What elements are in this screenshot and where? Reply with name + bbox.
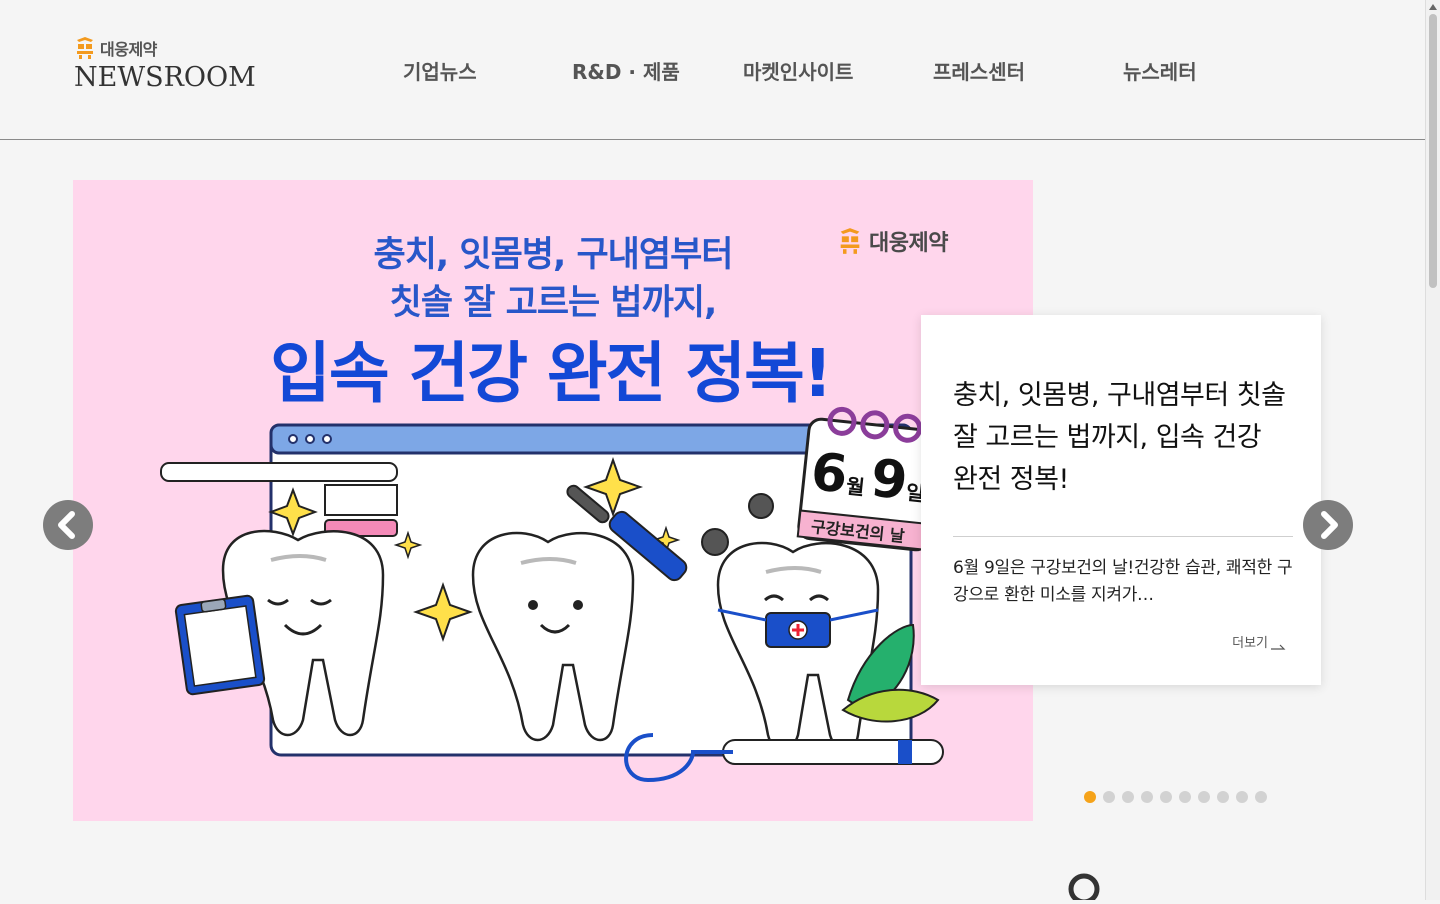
- slider-dot[interactable]: [1141, 791, 1153, 803]
- logo-newsroom-text: NEWSROOM: [74, 62, 256, 93]
- chevron-right-icon: [1321, 511, 1338, 539]
- slider-dot[interactable]: [1179, 791, 1191, 803]
- next-slide-button[interactable]: [1303, 500, 1353, 550]
- hero-banner-image[interactable]: 충치, 잇몸병, 구내염부터 칫솔 잘 고르는 법까지, 입속 건강 완전 정복…: [73, 180, 1033, 821]
- slider-dot[interactable]: [1122, 791, 1134, 803]
- prev-slide-button[interactable]: [43, 500, 93, 550]
- slide-title[interactable]: 충치, 잇몸병, 구내염부터 칫솔 잘 고르는 법까지, 입속 건강 완전 정복…: [953, 375, 1293, 501]
- logo-brand-text: 대웅제약: [100, 40, 157, 59]
- search-button[interactable]: [1066, 870, 1106, 904]
- search-icon: [1068, 873, 1100, 904]
- nav-item-press-center[interactable]: 프레스센터: [933, 56, 1025, 85]
- nav-item-newsletter[interactable]: 뉴스레터: [1123, 56, 1197, 85]
- scroll-up-icon[interactable]: [1429, 4, 1437, 10]
- more-link[interactable]: 더보기: [1232, 632, 1286, 651]
- slider-dot[interactable]: [1103, 791, 1115, 803]
- nav-item-market-insight[interactable]: 마켓인사이트: [743, 56, 853, 85]
- slide-description: 6월 9일은 구강보건의 날!건강한 습관, 쾌적한 구강으로 환한 미소를 지…: [953, 558, 1293, 605]
- logo-brand-row: 대웅제약: [74, 36, 264, 60]
- slider-dot[interactable]: [1198, 791, 1210, 803]
- slider-dot[interactable]: [1255, 791, 1267, 803]
- slider-dot[interactable]: [1236, 791, 1248, 803]
- daewoong-logo-icon: [77, 37, 93, 59]
- slider-dot[interactable]: [1160, 791, 1172, 803]
- slider-pagination: [1084, 791, 1267, 803]
- more-link-label: 더보기: [1232, 636, 1268, 651]
- slider-dot[interactable]: [1217, 791, 1229, 803]
- site-header: 대웅제약 NEWSROOM 기업뉴스 R&D · 제품 마켓인사이트 프레스센터…: [0, 0, 1425, 140]
- site-logo[interactable]: 대웅제약 NEWSROOM: [74, 36, 264, 98]
- slide-info-card: 충치, 잇몸병, 구내염부터 칫솔 잘 고르는 법까지, 입속 건강 완전 정복…: [921, 315, 1321, 685]
- page-scrollbar[interactable]: [1425, 0, 1440, 900]
- arrow-right-icon: [1271, 644, 1286, 650]
- nav-item-rnd-products[interactable]: R&D · 제품: [572, 56, 680, 85]
- calendar-month-unit: 월: [845, 473, 866, 500]
- slider-dot[interactable]: [1084, 791, 1096, 803]
- calendar-date: 6월 9일: [808, 442, 928, 514]
- scroll-thumb[interactable]: [1429, 14, 1437, 288]
- card-divider: [953, 536, 1293, 537]
- nav-item-corporate-news[interactable]: 기업뉴스: [403, 56, 477, 85]
- chevron-left-icon: [58, 511, 75, 539]
